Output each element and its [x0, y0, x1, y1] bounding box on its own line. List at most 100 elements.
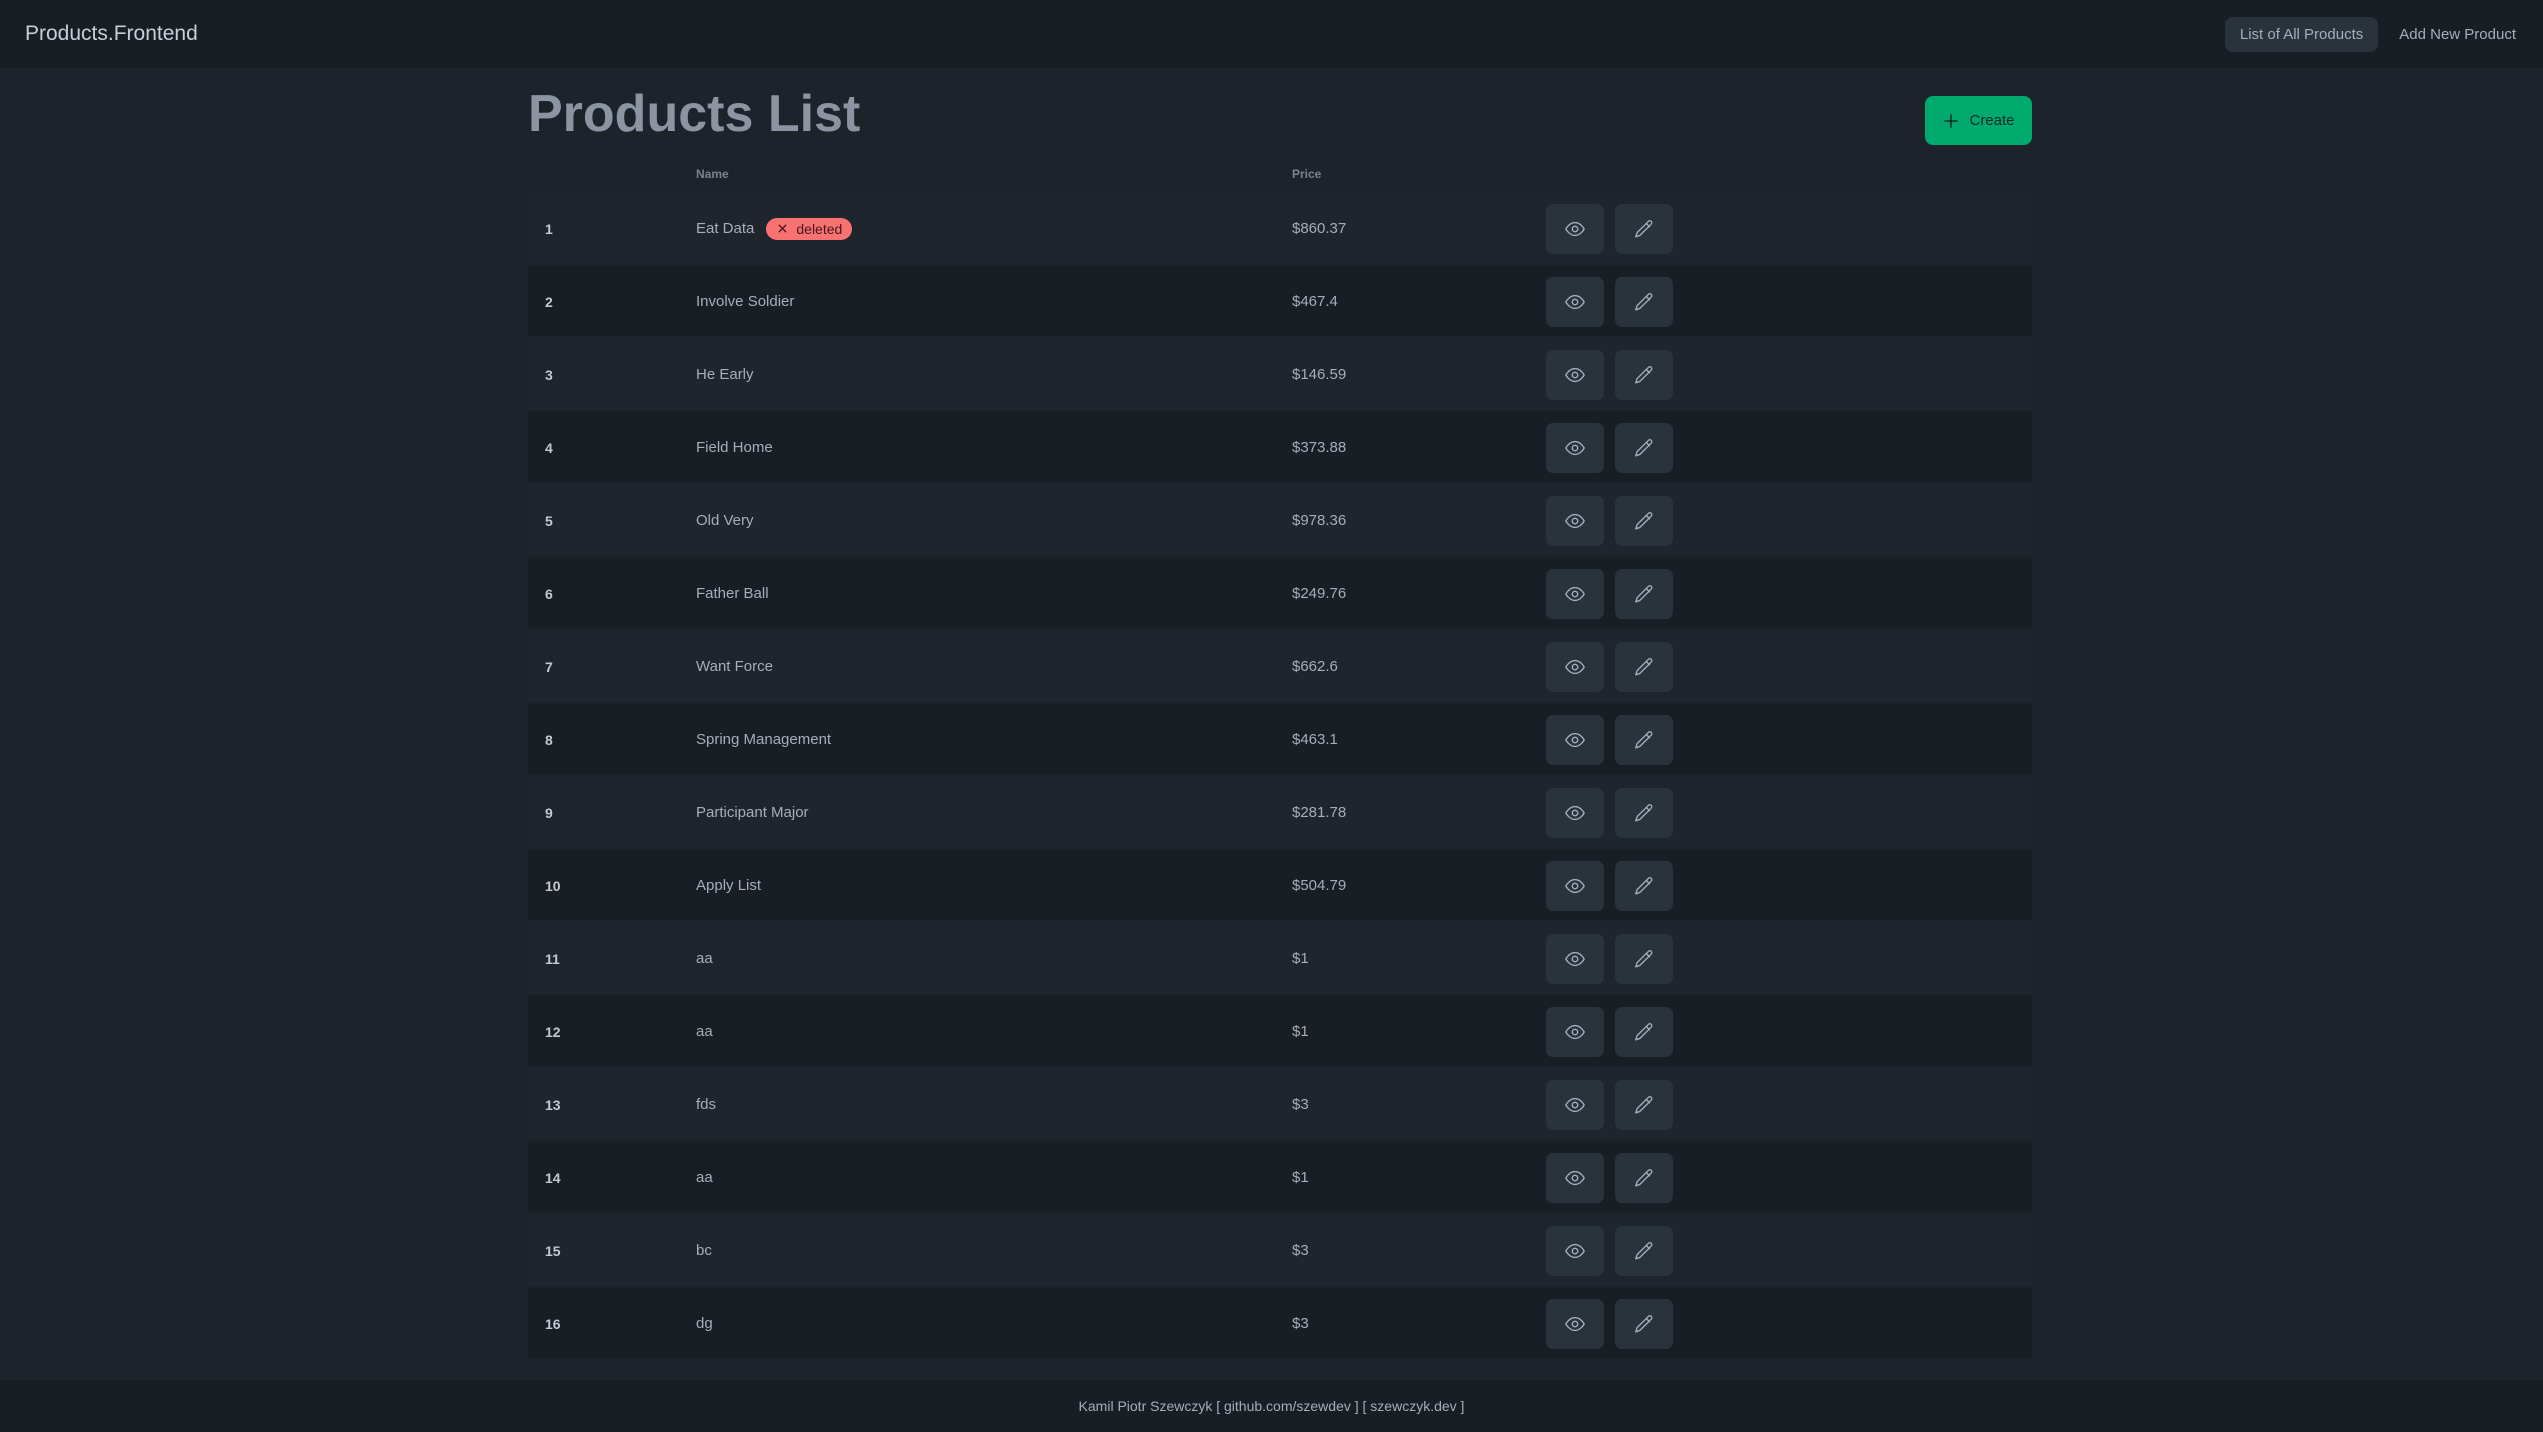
row-id: 14: [528, 1141, 696, 1214]
view-button[interactable]: [1546, 1225, 1604, 1276]
edit-button[interactable]: [1615, 1006, 1673, 1057]
edit-button[interactable]: [1615, 495, 1673, 546]
eye-icon: [1565, 221, 1585, 236]
view-button[interactable]: [1546, 1152, 1604, 1203]
pencil-icon: [1635, 1241, 1653, 1259]
row-actions: [1546, 776, 2032, 849]
edit-button[interactable]: [1615, 860, 1673, 911]
column-header-price: Price: [1292, 167, 1322, 181]
row-name: Old Very: [696, 484, 1292, 557]
row-name: Eat Data deleted: [696, 192, 1292, 265]
table-row: 4 Field Home $373.88: [528, 411, 2032, 484]
view-button[interactable]: [1546, 568, 1604, 619]
view-button[interactable]: [1546, 933, 1604, 984]
column-header-name: Name: [696, 167, 729, 181]
edit-button[interactable]: [1615, 787, 1673, 838]
row-id-text: 15: [545, 1242, 561, 1259]
row-price: $249.76: [1292, 557, 1546, 630]
edit-button[interactable]: [1615, 276, 1673, 327]
view-button[interactable]: [1546, 1298, 1604, 1349]
edit-button[interactable]: [1615, 641, 1673, 692]
view-button[interactable]: [1546, 1006, 1604, 1057]
row-id: 9: [528, 776, 696, 849]
view-button[interactable]: [1546, 349, 1604, 400]
row-price-text: $662.6: [1292, 658, 1338, 675]
pencil-icon: [1635, 876, 1653, 894]
row-price-text: $281.78: [1292, 804, 1347, 821]
row-price: $467.4: [1292, 265, 1546, 338]
view-button[interactable]: [1546, 495, 1604, 546]
edit-button[interactable]: [1615, 422, 1673, 473]
brand-title[interactable]: Products.Frontend: [25, 22, 198, 46]
table-body: 1 Eat Data deleted $860.37 2 Involve Sold…: [528, 192, 2032, 1360]
row-price-text: $504.79: [1292, 877, 1347, 894]
nav-link-list-all-products[interactable]: List of All Products: [2224, 16, 2379, 52]
view-button[interactable]: [1546, 276, 1604, 327]
view-button[interactable]: [1546, 787, 1604, 838]
edit-button[interactable]: [1615, 1079, 1673, 1130]
row-actions: [1546, 922, 2032, 995]
row-name-text: aa: [696, 1169, 713, 1186]
table-row: 7 Want Force $662.6: [528, 630, 2032, 703]
view-button[interactable]: [1546, 860, 1604, 911]
table-row: 3 He Early $146.59: [528, 338, 2032, 411]
view-button[interactable]: [1546, 641, 1604, 692]
row-name: fds: [696, 1068, 1292, 1141]
edit-button[interactable]: [1615, 203, 1673, 254]
row-id-text: 2: [545, 293, 553, 310]
edit-button[interactable]: [1615, 1225, 1673, 1276]
table-row: 12 aa $1: [528, 995, 2032, 1068]
page-title: Products List: [528, 85, 861, 143]
row-name: Want Force: [696, 630, 1292, 703]
row-name: Father Ball: [696, 557, 1292, 630]
row-name-text: Involve Soldier: [696, 293, 795, 310]
table-row: 9 Participant Major $281.78: [528, 776, 2032, 849]
row-id-text: 6: [545, 585, 553, 602]
row-name: aa: [696, 922, 1292, 995]
view-button[interactable]: [1546, 714, 1604, 765]
edit-button[interactable]: [1615, 568, 1673, 619]
row-name: Apply List: [696, 849, 1292, 922]
row-price: $860.37: [1292, 192, 1546, 265]
row-id-text: 9: [545, 804, 553, 821]
row-price-text: $860.37: [1292, 220, 1347, 237]
edit-button[interactable]: [1615, 1152, 1673, 1203]
table-row: 15 bc $3: [528, 1214, 2032, 1287]
edit-button[interactable]: [1615, 714, 1673, 765]
edit-button[interactable]: [1615, 349, 1673, 400]
edit-button[interactable]: [1615, 1298, 1673, 1349]
row-price: $1: [1292, 1141, 1546, 1214]
pencil-icon: [1635, 584, 1653, 602]
row-price: $3: [1292, 1068, 1546, 1141]
pencil-icon: [1635, 1022, 1653, 1040]
row-id-text: 8: [545, 731, 553, 748]
view-button[interactable]: [1546, 422, 1604, 473]
pencil-icon: [1635, 219, 1653, 237]
row-price: $662.6: [1292, 630, 1546, 703]
row-actions: [1546, 411, 2032, 484]
row-price: $3: [1292, 1287, 1546, 1360]
row-id-text: 16: [545, 1315, 561, 1332]
row-name-text: Father Ball: [696, 585, 769, 602]
row-id-text: 11: [545, 950, 560, 967]
row-id: 6: [528, 557, 696, 630]
view-button[interactable]: [1546, 1079, 1604, 1130]
pencil-icon: [1635, 438, 1653, 456]
nav-link-add-new-product[interactable]: Add New Product: [2384, 17, 2531, 52]
edit-button[interactable]: [1615, 933, 1673, 984]
row-price: $146.59: [1292, 338, 1546, 411]
create-button[interactable]: Create: [1925, 96, 2032, 145]
row-price-text: $1: [1292, 1023, 1309, 1040]
row-id: 7: [528, 630, 696, 703]
row-name-text: Apply List: [696, 877, 762, 894]
table-header-row: Name Price: [528, 156, 2032, 192]
table-row: 10 Apply List $504.79: [528, 849, 2032, 922]
row-actions: [1546, 1287, 2032, 1360]
eye-icon: [1565, 1243, 1585, 1258]
view-button[interactable]: [1546, 203, 1604, 254]
row-name-text: Want Force: [696, 658, 773, 675]
row-name-text: dg: [696, 1315, 713, 1332]
row-id: 4: [528, 411, 696, 484]
row-id: 5: [528, 484, 696, 557]
status-badge-label: deleted: [796, 220, 843, 237]
